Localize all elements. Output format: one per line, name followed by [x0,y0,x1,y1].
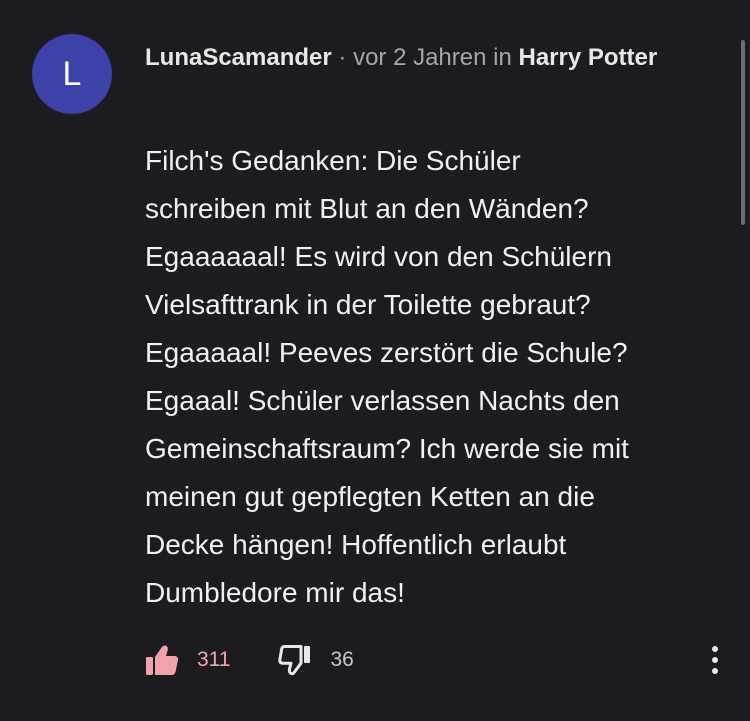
like-count: 311 [197,648,231,671]
like-button[interactable]: 311 [145,644,230,676]
more-dot [712,657,718,663]
comment-header: LunaScamander · vor 2 Jahren in Harry Po… [145,38,685,78]
in-label: in [486,44,519,71]
channel-name[interactable]: Harry Potter [518,44,657,71]
more-dot [712,668,718,674]
meta-separator: · [331,44,354,71]
thumbs-down-icon [278,644,312,676]
avatar-letter: L [62,54,82,93]
comment-time: vor 2 Jahren [353,44,487,71]
more-dot [712,646,718,652]
comment-text: Filch's Gedanken: Die Schüler schreiben … [145,145,629,608]
comment-actions: 311 36 [145,638,725,682]
author-name[interactable]: LunaScamander [145,44,332,71]
dislike-count: 36 [330,648,354,671]
thumbs-up-icon [145,644,179,676]
more-vertical-icon[interactable] [705,646,725,674]
avatar[interactable]: L [32,34,112,114]
dislike-button[interactable]: 36 [278,644,354,676]
scrollbar[interactable] [741,40,745,225]
